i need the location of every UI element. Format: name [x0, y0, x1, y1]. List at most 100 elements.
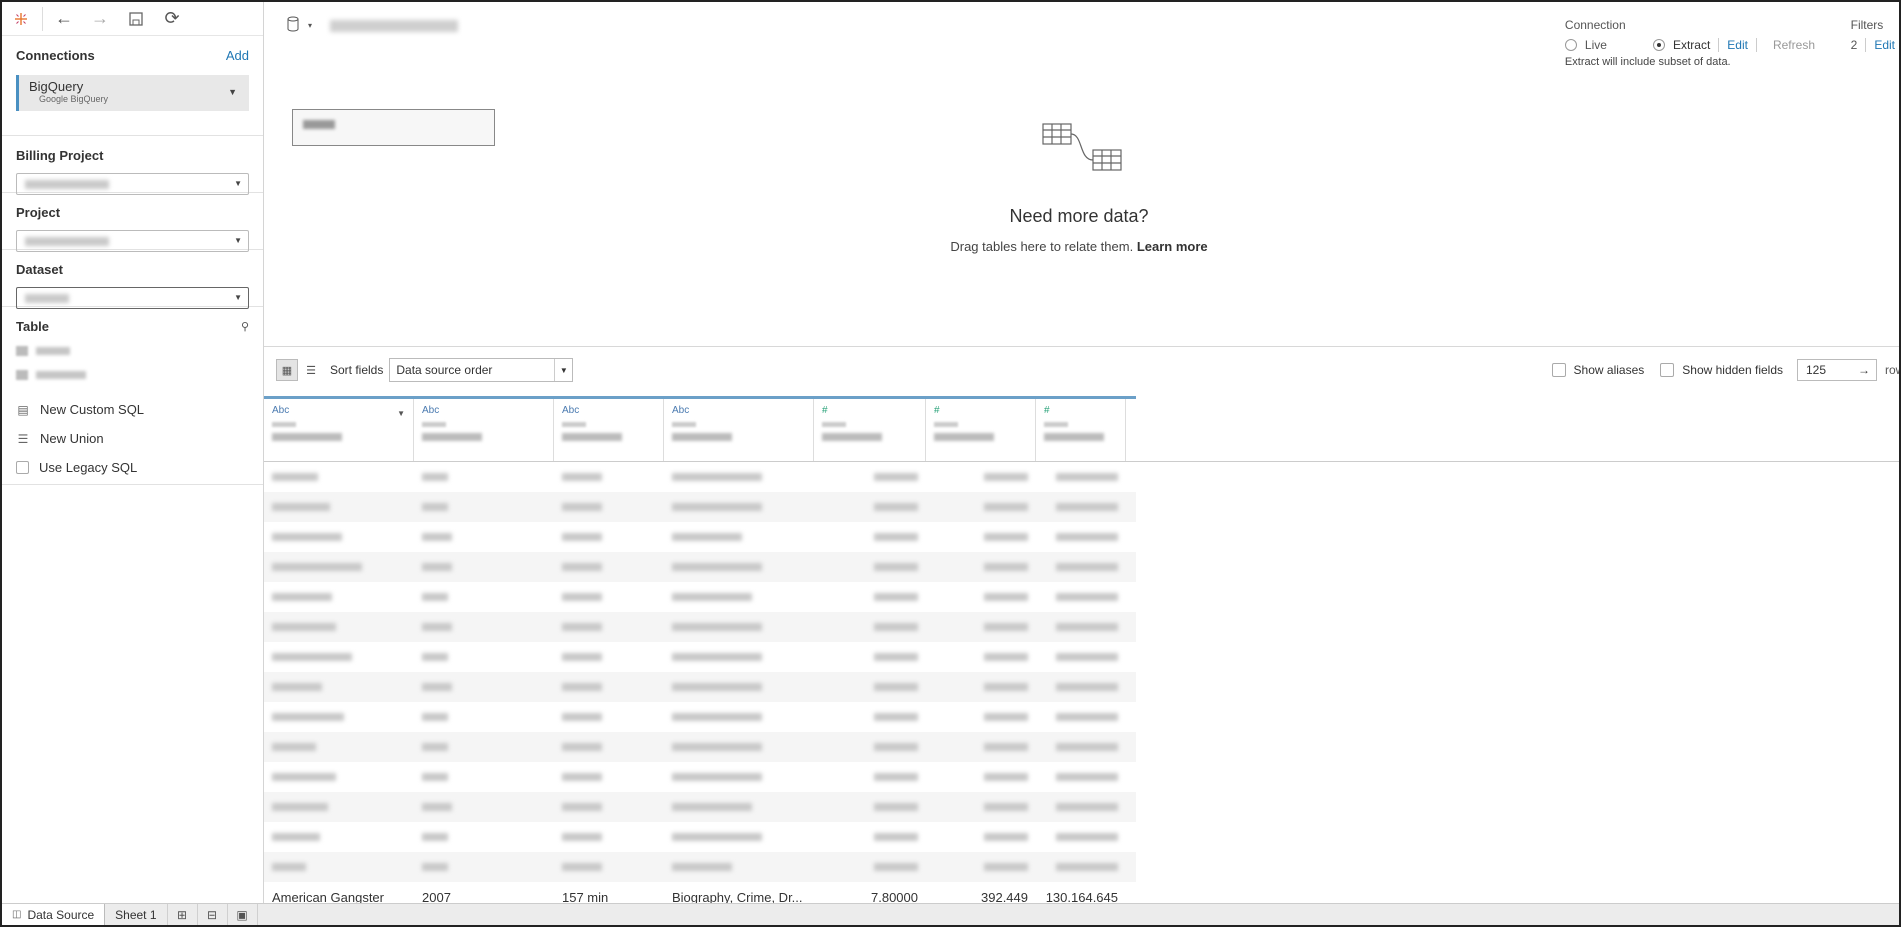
column-header[interactable]: Abc ▼: [264, 399, 414, 461]
table-cell: [814, 642, 926, 672]
legacy-sql-checkbox[interactable]: [16, 461, 29, 474]
need-more-data-panel: Need more data? Drag tables here to rela…: [779, 122, 1379, 254]
new-story-icon[interactable]: ▣: [228, 904, 258, 925]
chevron-down-icon[interactable]: ▼: [397, 409, 405, 418]
arrow-right-icon[interactable]: →: [1858, 363, 1870, 377]
extract-radio[interactable]: [1652, 39, 1665, 51]
table-cell: [664, 612, 814, 642]
new-worksheet-icon[interactable]: ⊞: [168, 904, 198, 925]
tableau-logo-icon[interactable]: [10, 8, 32, 30]
table-cell: [414, 762, 554, 792]
column-header[interactable]: #: [1036, 399, 1126, 461]
connection-type: Google BigQuery: [39, 94, 109, 104]
list-view-icon[interactable]: ☰: [302, 361, 320, 379]
column-header[interactable]: Abc: [414, 399, 554, 461]
tab-data-source[interactable]: ◫ Data Source: [2, 904, 106, 925]
table-cell: [1036, 582, 1126, 612]
database-icon: [286, 16, 300, 35]
table-cell: [664, 672, 814, 702]
tab-sheet-1[interactable]: Sheet 1: [105, 904, 168, 925]
toolbar-divider: [42, 6, 43, 31]
redacted-value: [562, 683, 602, 691]
table-cell: [264, 522, 414, 552]
refresh-icon[interactable]: ⟳: [161, 8, 183, 30]
redacted-value: [874, 773, 918, 781]
redacted-value: [272, 863, 306, 871]
redacted-value: [422, 743, 448, 751]
redacted-value: [36, 347, 70, 355]
refresh-link[interactable]: Refresh: [1773, 38, 1815, 52]
table-cell: [554, 492, 664, 522]
column-header[interactable]: Abc: [554, 399, 664, 461]
chevron-down-icon[interactable]: ▼: [228, 87, 237, 97]
redacted-value: [272, 433, 342, 441]
table-cell: [664, 552, 814, 582]
table-cell: [554, 822, 664, 852]
new-union-item[interactable]: ☰ New Union: [16, 431, 249, 446]
table-row: [264, 522, 1136, 552]
table-cell: [554, 462, 664, 492]
learn-more-link[interactable]: Learn more: [1137, 239, 1208, 254]
add-connection-link[interactable]: Add: [226, 48, 249, 63]
redacted-value: [1056, 473, 1118, 481]
table-cell: [664, 492, 814, 522]
redacted-value: [25, 237, 109, 246]
show-aliases-checkbox[interactable]: [1551, 363, 1566, 377]
billing-project-dropdown[interactable]: ▼: [16, 173, 249, 195]
table-cell: [414, 792, 554, 822]
back-arrow-icon[interactable]: ←: [53, 8, 75, 30]
sort-fields-dropdown[interactable]: Data source order ▼: [389, 358, 574, 382]
new-custom-sql-item[interactable]: ▤ New Custom SQL: [16, 402, 249, 417]
chevron-down-icon[interactable]: ▾: [308, 21, 312, 30]
redacted-value: [672, 773, 762, 781]
table-cell: 157 min: [562, 889, 609, 904]
data-grid: Abc ▼ Abc Abc Abc # # # American Gangster 2007 15…: [264, 396, 1899, 903]
table-cell: [664, 642, 814, 672]
table-list-item[interactable]: [16, 344, 249, 358]
use-legacy-sql-option[interactable]: Use Legacy SQL: [16, 460, 249, 475]
table-cell: [926, 852, 1036, 882]
table-row: [264, 762, 1136, 792]
redacted-value: [422, 773, 448, 781]
search-icon[interactable]: ⚲: [241, 320, 249, 333]
column-header[interactable]: #: [814, 399, 926, 461]
table-list-item[interactable]: [16, 368, 249, 382]
redacted-value: [330, 19, 459, 32]
redacted-value: [984, 533, 1028, 541]
table-cell: [554, 522, 664, 552]
show-hidden-fields-checkbox[interactable]: [1660, 363, 1675, 377]
redacted-value: [562, 713, 602, 721]
project-dropdown[interactable]: ▼: [16, 230, 249, 252]
new-dashboard-icon[interactable]: ⊟: [198, 904, 228, 925]
rows-input[interactable]: 125 →: [1797, 359, 1877, 381]
table-cell: [414, 492, 554, 522]
table-cell: 130.164.645: [1045, 889, 1118, 904]
table-cell: [664, 462, 814, 492]
redacted-value: [303, 120, 335, 129]
forward-arrow-icon[interactable]: →: [89, 8, 111, 30]
filters-edit-link[interactable]: Edit: [1874, 38, 1895, 52]
column-header[interactable]: #: [926, 399, 1036, 461]
connection-item-bigquery[interactable]: BigQuery Google BigQuery ▼: [16, 75, 249, 111]
table-cell: [264, 552, 414, 582]
redacted-value: [272, 593, 332, 601]
table-cell: [1036, 462, 1126, 492]
table-cell: [814, 732, 926, 762]
grid-view-icon[interactable]: ▦: [276, 359, 298, 381]
table-cell: [1036, 642, 1126, 672]
redacted-value: [272, 683, 322, 691]
datasource-title[interactable]: ▾: [286, 16, 459, 35]
table-cell: [1036, 702, 1126, 732]
redacted-value: [672, 563, 762, 571]
redacted-value: [984, 863, 1028, 871]
live-radio[interactable]: [1564, 39, 1577, 51]
table-cell: [554, 702, 664, 732]
column-header[interactable]: Abc: [664, 399, 814, 461]
sort-fields-label: Sort fields: [330, 363, 384, 377]
table-card[interactable]: [292, 109, 495, 146]
save-icon[interactable]: [125, 8, 147, 30]
table-cell: [414, 552, 554, 582]
redacted-value: [272, 563, 362, 571]
dataset-dropdown[interactable]: ▼: [16, 287, 249, 309]
extract-edit-link[interactable]: Edit: [1727, 38, 1748, 52]
